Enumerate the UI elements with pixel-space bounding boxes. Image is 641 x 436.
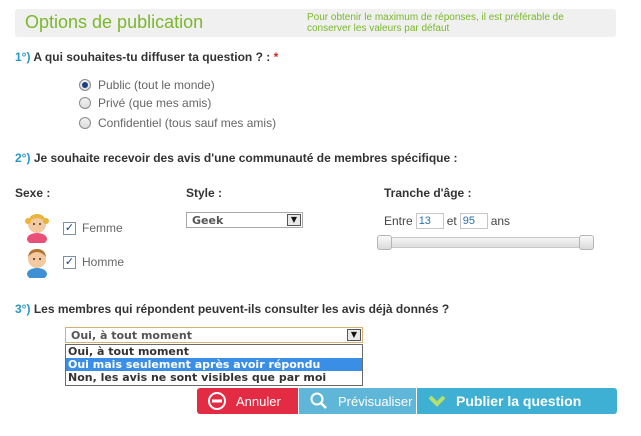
age-min-input[interactable]: 13: [415, 213, 444, 229]
age-min-handle[interactable]: [377, 235, 392, 250]
checkbox-homme-label: Homme: [82, 255, 125, 269]
cancel-button[interactable]: Annuler: [197, 388, 298, 414]
radio-confidential-button[interactable]: [79, 117, 91, 129]
magnifier-icon: [310, 392, 327, 409]
checkbox-homme-row[interactable]: ✓ Homme: [63, 254, 124, 270]
preview-button-label: Prévisualiser: [338, 393, 413, 409]
checkbox-homme[interactable]: ✓: [63, 255, 76, 269]
male-avatar-icon: [27, 249, 47, 278]
sexe-label: Sexe :: [15, 186, 51, 200]
cancel-button-label: Annuler: [236, 393, 281, 409]
preview-button[interactable]: Prévisualiser: [299, 388, 416, 414]
style-select-value: Geek: [192, 214, 224, 227]
age-max-input[interactable]: 95: [459, 213, 488, 229]
checkbox-femme-row[interactable]: ✓ Femme: [63, 220, 123, 236]
publish-button[interactable]: Publier la question: [417, 388, 617, 414]
dropdown-option[interactable]: Non, les avis ne sont visibles que par m…: [66, 371, 362, 384]
question-1-number: 1°): [15, 50, 31, 64]
radio-public-label: Public (tout le monde): [98, 78, 215, 92]
question-3-label: 3°) Les membres qui répondent peuvent-il…: [15, 302, 449, 316]
question-1-text: A qui souhaites-tu diffuser ta question …: [33, 50, 271, 64]
header-hint: Pour obtenir le maximum de réponses, il …: [307, 12, 564, 34]
question-2-number: 2°): [15, 151, 31, 165]
style-select[interactable]: Geek ▼: [186, 212, 303, 228]
age-label: Tranche d'âge :: [384, 186, 472, 200]
page-title: Options de publication: [25, 12, 204, 32]
radio-confidential[interactable]: Confidentiel (tous sauf mes amis): [79, 115, 276, 131]
age-suffix: ans: [490, 214, 511, 228]
chevron-down-icon[interactable]: ▼: [347, 329, 361, 341]
no-entry-icon: [208, 392, 226, 410]
question-2-label: 2°) Je souhaite recevoir des avis d'une …: [15, 151, 457, 165]
female-avatar-icon: [25, 214, 49, 243]
radio-private[interactable]: Privé (que mes amis): [79, 95, 211, 111]
dropdown-option-highlighted[interactable]: Oui mais seulement après avoir répondu: [66, 358, 362, 371]
style-label: Style :: [186, 186, 223, 200]
chevron-down-icon: [428, 395, 446, 407]
question-3-number: 3°): [15, 302, 31, 316]
radio-public[interactable]: Public (tout le monde): [79, 77, 215, 93]
radio-public-button[interactable]: [79, 79, 91, 91]
radio-confidential-label: Confidentiel (tous sauf mes amis): [98, 116, 277, 130]
question-1-label: 1°) A qui souhaites-tu diffuser ta quest…: [15, 50, 278, 64]
chevron-down-icon[interactable]: ▼: [287, 214, 301, 226]
visibility-select[interactable]: Oui, à tout moment ▼: [65, 327, 363, 343]
radio-private-button[interactable]: [79, 97, 91, 109]
visibility-select-value: Oui, à tout moment: [71, 329, 192, 342]
question-2-text: Je souhaite recevoir des avis d'une comm…: [33, 151, 458, 165]
question-3-text: Les membres qui répondent peuvent-ils co…: [33, 302, 450, 316]
radio-private-label: Privé (que mes amis): [98, 96, 212, 110]
options-header: Options de publication Pour obtenir le m…: [15, 9, 616, 37]
age-range-row: Entre 13 et 95 ans: [384, 213, 510, 229]
publish-button-label: Publier la question: [456, 393, 582, 409]
required-marker: *: [273, 50, 279, 64]
visibility-dropdown-list: Oui, à tout moment Oui mais seulement ap…: [65, 344, 363, 386]
checkbox-femme[interactable]: ✓: [63, 221, 76, 235]
age-middle: et: [446, 214, 457, 228]
age-max-handle[interactable]: [579, 235, 594, 250]
age-range-slider[interactable]: [377, 235, 594, 250]
dropdown-option[interactable]: Oui, à tout moment: [66, 345, 362, 358]
checkbox-femme-label: Femme: [82, 221, 123, 235]
age-prefix: Entre: [384, 214, 413, 228]
